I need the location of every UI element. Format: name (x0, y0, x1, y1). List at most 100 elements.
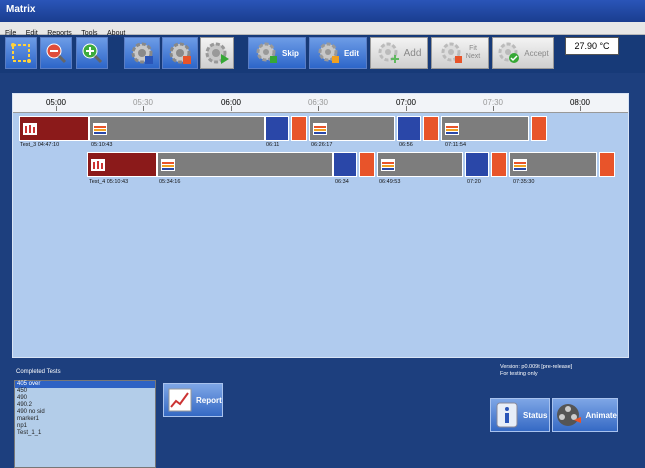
test-block-active[interactable] (87, 152, 157, 177)
film-reel-icon (557, 404, 582, 426)
list-item[interactable]: Test_1_1 (15, 430, 155, 437)
select-area-icon (11, 43, 31, 63)
test-rack-icon (93, 123, 107, 135)
zoom-in-button[interactable] (76, 37, 108, 69)
edit-label: Edit (343, 48, 360, 58)
test-block-waiting[interactable] (157, 152, 333, 177)
report-label: Report (196, 395, 222, 405)
test-block-waiting[interactable] (509, 152, 597, 177)
row1-time-label: 05:10:43 (91, 142, 113, 148)
window-title: Matrix (6, 4, 36, 15)
fit-label: Fit (469, 45, 477, 52)
orange-step-block[interactable] (491, 152, 507, 177)
zoom-out-button[interactable] (40, 37, 72, 69)
tick-label: 06:30 (307, 98, 329, 107)
menu-bar: File Edit Reports Tools About (0, 22, 645, 37)
test-rack-icon (23, 123, 37, 135)
orange-step-block[interactable] (423, 116, 439, 141)
skip-label: Skip (282, 48, 299, 58)
gear-settings-button[interactable] (124, 37, 160, 69)
add-label: Add (403, 47, 422, 59)
status-button[interactable]: Status (490, 398, 550, 432)
list-item[interactable]: 490 no sid (15, 409, 155, 416)
info-icon (496, 402, 518, 428)
status-label: Status (523, 410, 548, 420)
report-chart-icon (168, 388, 192, 412)
list-item[interactable]: marker1 (15, 416, 155, 423)
list-item[interactable]: 450 (15, 388, 155, 395)
gear-accept-icon (498, 42, 520, 63)
test-block-waiting[interactable] (309, 116, 395, 141)
orange-step-block[interactable] (531, 116, 547, 141)
test-block-waiting[interactable] (377, 152, 463, 177)
test-rack-icon (313, 123, 327, 135)
row1-time-label: 06:11 (266, 142, 280, 148)
gear-delete-icon (169, 42, 191, 64)
temperature-readout: 27.90 °C (565, 37, 619, 55)
gear-run-icon (205, 42, 229, 64)
test-block-waiting[interactable] (89, 116, 265, 141)
row2-time-label: 06:34 (335, 179, 349, 185)
tick-label: 05:00 (45, 98, 67, 107)
test-block-waiting[interactable] (441, 116, 529, 141)
row2-time-label: 07:20 (467, 179, 481, 185)
next-label: Next (465, 53, 481, 60)
testing-note: For testing only (500, 371, 538, 377)
test-rack-icon (91, 159, 105, 171)
tick-label: 08:00 (569, 98, 591, 107)
accept-button[interactable]: Accept (492, 37, 554, 69)
accept-label: Accept (524, 48, 549, 58)
orange-step-block[interactable] (291, 116, 307, 141)
add-button[interactable]: Add (370, 37, 428, 69)
report-button[interactable]: Report (163, 383, 223, 417)
blue-step-block[interactable] (265, 116, 289, 141)
version-info: Version: p0.009t [pre-release] For testi… (500, 364, 572, 378)
test-rack-icon (445, 123, 459, 135)
test-rack-icon (381, 159, 395, 171)
gear-icon (131, 42, 153, 64)
select-area-button[interactable] (5, 37, 37, 69)
list-item[interactable]: 490.2 (15, 402, 155, 409)
row1-name-time: Test_3 04:47:10 (20, 142, 60, 148)
completed-tests-heading: Completed Tests (16, 369, 61, 375)
completed-tests-list[interactable]: 405 over 450 490 490.2 490 no sid marker… (14, 380, 156, 468)
fit-next-label: Fit Next (466, 45, 480, 61)
gear-fit-icon (441, 42, 462, 63)
list-item[interactable]: 405 over (15, 381, 155, 388)
animate-label: Animate (585, 410, 617, 420)
list-item[interactable]: 490 (15, 395, 155, 402)
animate-button[interactable]: Animate (552, 398, 618, 432)
blue-step-block[interactable] (465, 152, 489, 177)
tick-label: 05:30 (132, 98, 154, 107)
zoom-out-icon (46, 43, 67, 64)
version-line: Version: p0.009t [pre-release] (500, 364, 573, 370)
gear-skip-icon (256, 42, 278, 63)
fit-next-button[interactable]: Fit Next (431, 37, 489, 69)
row2-time-label: 07:35:30 (513, 179, 535, 185)
timeline-panel: 05:00 05:30 06:00 06:30 07:00 07:30 08:0… (12, 93, 629, 358)
test-rack-icon (513, 159, 527, 171)
orange-step-block[interactable] (599, 152, 615, 177)
title-bar: Matrix (0, 0, 645, 22)
gear-delete-button[interactable] (162, 37, 198, 69)
tick-label: 06:00 (220, 98, 242, 107)
zoom-in-icon (82, 43, 103, 64)
list-item[interactable]: np1 (15, 423, 155, 430)
toolbar: Skip Edit Add Fit Next Accept (0, 35, 645, 73)
gear-run-button[interactable] (200, 37, 234, 69)
time-ruler: 05:00 05:30 06:00 06:30 07:00 07:30 08:0… (13, 94, 628, 113)
row1-time-label: 07:11:54 (445, 142, 467, 148)
edit-button[interactable]: Edit (309, 37, 367, 69)
gear-add-icon (378, 42, 399, 63)
skip-button[interactable]: Skip (248, 37, 306, 69)
test-rack-icon (161, 159, 175, 171)
tick-label: 07:00 (395, 98, 417, 107)
blue-step-block[interactable] (397, 116, 421, 141)
blue-step-block[interactable] (333, 152, 357, 177)
gear-edit-icon (318, 42, 339, 63)
row1-time-label: 06:56 (399, 142, 413, 148)
orange-step-block[interactable] (359, 152, 375, 177)
row2-name-time: Test_4 05:10:43 (89, 179, 129, 185)
test-block-active[interactable] (19, 116, 89, 141)
row2-time-label: 05:34:16 (159, 179, 181, 185)
